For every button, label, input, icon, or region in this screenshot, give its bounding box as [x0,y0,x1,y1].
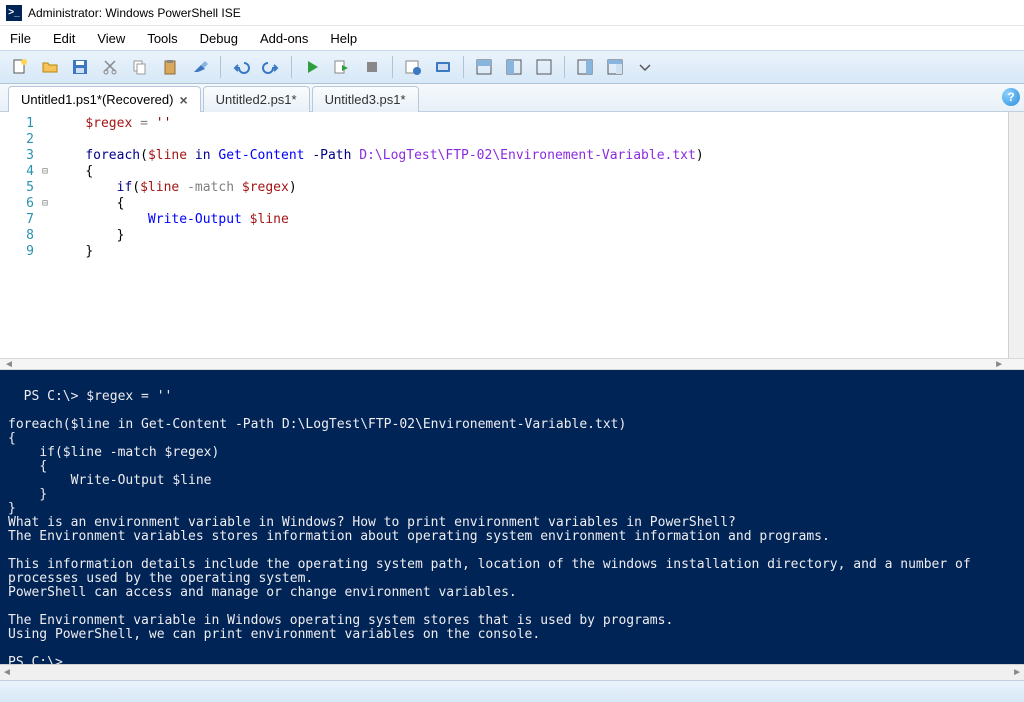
scroll-left-icon[interactable]: ◄ [4,359,14,370]
new-file-icon[interactable] [6,54,34,80]
tab-1[interactable]: Untitled2.ps1* [203,86,310,112]
open-file-icon[interactable] [36,54,64,80]
tab-label: Untitled1.ps1*(Recovered) [21,92,173,107]
window-title: Administrator: Windows PowerShell ISE [28,6,241,20]
paste-icon[interactable] [156,54,184,80]
toolbar-separator [392,56,393,78]
menu-debug[interactable]: Debug [190,29,248,48]
scroll-left-icon[interactable]: ◄ [2,667,12,678]
close-icon[interactable]: × [179,93,187,107]
toolbar-separator [220,56,221,78]
toolbar-separator [564,56,565,78]
run-selection-icon[interactable] [328,54,356,80]
overflow-icon[interactable] [631,54,659,80]
tab-2[interactable]: Untitled3.ps1* [312,86,419,112]
menu-file[interactable]: File [0,29,41,48]
script-editor[interactable]: 123456789 ⊟⊟ $regex = '' foreach($line i… [0,112,1024,358]
scroll-right-icon[interactable]: ► [1012,667,1022,678]
menu-view[interactable]: View [87,29,135,48]
run-script-icon[interactable] [298,54,326,80]
show-script-pane-right-icon[interactable] [500,54,528,80]
menu-help[interactable]: Help [320,29,367,48]
tab-label: Untitled3.ps1* [325,92,406,107]
tab-bar: Untitled1.ps1*(Recovered) × Untitled2.ps1*… [0,84,1024,112]
remote-icon[interactable] [429,54,457,80]
app-icon: >_ [6,5,22,21]
toolbar-separator [291,56,292,78]
menu-tools[interactable]: Tools [137,29,187,48]
menu-bar: FileEditViewToolsDebugAdd-onsHelp [0,26,1024,50]
console-pane[interactable]: PS C:\> $regex = '' foreach($line in Get… [0,370,1024,664]
scroll-right-icon[interactable]: ► [994,359,1004,370]
editor-vertical-scrollbar[interactable] [1008,112,1024,358]
fold-gutter[interactable]: ⊟⊟ [38,112,52,358]
show-command-window-icon[interactable] [601,54,629,80]
breakpoint-icon[interactable] [399,54,427,80]
toolbar-separator [463,56,464,78]
console-output: PS C:\> $regex = '' foreach($line in Get… [8,389,979,664]
show-script-pane-top-icon[interactable] [470,54,498,80]
clear-icon[interactable] [186,54,214,80]
stop-icon[interactable] [358,54,386,80]
toolbar [0,50,1024,84]
cut-icon[interactable] [96,54,124,80]
save-icon[interactable] [66,54,94,80]
menu-add-ons[interactable]: Add-ons [250,29,318,48]
tab-0[interactable]: Untitled1.ps1*(Recovered) × [8,86,201,112]
line-number-gutter: 123456789 [0,112,38,358]
undo-icon[interactable] [227,54,255,80]
editor-horizontal-scrollbar[interactable]: ◄ ► [0,358,1024,370]
tab-label: Untitled2.ps1* [216,92,297,107]
show-command-addon-icon[interactable] [571,54,599,80]
show-script-pane-max-icon[interactable] [530,54,558,80]
copy-icon[interactable] [126,54,154,80]
title-bar: >_ Administrator: Windows PowerShell ISE [0,0,1024,26]
status-bar [0,680,1024,702]
console-horizontal-scrollbar[interactable]: ◄ ► [0,664,1024,680]
help-icon[interactable]: ? [1002,88,1020,106]
menu-edit[interactable]: Edit [43,29,85,48]
code-area[interactable]: $regex = '' foreach($line in Get-Content… [52,112,1024,358]
redo-icon[interactable] [257,54,285,80]
